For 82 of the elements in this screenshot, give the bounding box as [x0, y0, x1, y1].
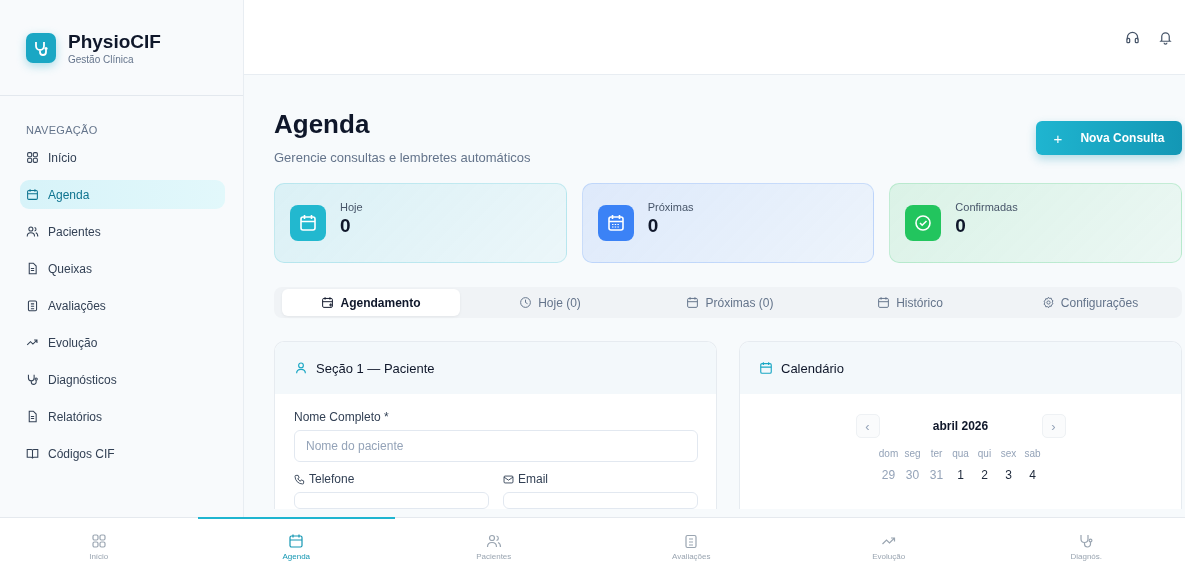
tab[interactable]: Configurações: [1000, 289, 1180, 316]
grid-icon: [90, 532, 107, 549]
calendar-day[interactable]: 30: [900, 468, 925, 482]
calendar-day[interactable]: 2: [972, 468, 997, 482]
weekday-label: sab: [1023, 448, 1042, 459]
page-subtitle: Gerencie consultas e lembretes automáticos: [274, 150, 531, 165]
bell-icon[interactable]: [1158, 29, 1173, 45]
clipboard-icon: [26, 299, 39, 312]
bottom-nav-item[interactable]: Início: [0, 517, 198, 574]
stethoscope-icon: [26, 373, 39, 386]
section-title: Calendário: [781, 360, 844, 376]
page-title: Agenda: [274, 109, 371, 140]
sidebar-item[interactable]: Pacientes: [20, 217, 225, 246]
bottom-nav-item[interactable]: Pacientes: [395, 517, 593, 574]
previous-month-button[interactable]: ‹: [855, 414, 880, 438]
tab[interactable]: Agendamento: [282, 289, 460, 316]
mail-icon: [503, 473, 514, 485]
calendar-day[interactable]: 31: [924, 468, 949, 482]
next-month-button[interactable]: ›: [1041, 414, 1066, 438]
weekday-label: seg: [903, 448, 922, 459]
users-icon: [26, 225, 39, 238]
sidebar-item[interactable]: Agenda: [20, 180, 225, 209]
book-icon: [26, 447, 39, 460]
field-label: Telefone: [309, 472, 355, 486]
phone-icon: [294, 473, 305, 485]
bottom-nav-item[interactable]: Evolução: [790, 517, 988, 574]
sidebar-item[interactable]: Queixas: [20, 254, 225, 283]
calendar-icon: [288, 532, 305, 549]
calendar-icon: [686, 296, 700, 309]
calendar-icon: [26, 188, 39, 201]
stat-label: Próximas: [647, 201, 694, 213]
sidebar-item[interactable]: Avaliações: [20, 291, 225, 320]
headset-icon[interactable]: [1125, 29, 1140, 45]
stat-value: 0: [647, 215, 660, 237]
weekday-label: ter: [929, 448, 944, 459]
calendar-icon: [759, 361, 773, 375]
calendar-day[interactable]: 29: [876, 468, 901, 482]
tab[interactable]: Hoje (0): [460, 289, 640, 316]
calendar-icon: [321, 296, 335, 309]
sidebar-item[interactable]: Relatórios: [20, 402, 225, 431]
tab[interactable]: Histórico: [820, 289, 1000, 316]
field-label: Nome Completo *: [294, 410, 390, 424]
email-input[interactable]: [503, 492, 698, 509]
stethoscope-icon: [1078, 532, 1095, 549]
bottom-nav-item[interactable]: Agenda: [197, 517, 395, 574]
month-label: abril 2026: [931, 419, 990, 433]
bottom-nav-item[interactable]: Avaliações: [592, 517, 790, 574]
calendar-day[interactable]: 4: [1020, 468, 1045, 482]
sidebar-item[interactable]: Início: [20, 143, 225, 172]
bottom-nav-item[interactable]: Diagnós.: [987, 517, 1185, 574]
weekday-label: dom: [877, 448, 900, 459]
new-appointment-button[interactable]: + Nova Consulta: [1036, 121, 1182, 155]
phone-input[interactable]: [294, 492, 489, 509]
app-name: PhysioCIF: [68, 30, 161, 53]
calendar-icon: [877, 296, 891, 309]
nav-section-label: NAVEGAÇÃO: [26, 124, 99, 136]
grid-icon: [26, 151, 39, 164]
clock-icon: [519, 296, 533, 309]
sidebar-item[interactable]: Códigos CIF: [20, 439, 225, 468]
settings-icon: [1041, 296, 1055, 309]
weekday-label: qua: [951, 448, 970, 459]
field-label: Email: [518, 472, 548, 486]
section-title: Seção 1 — Paciente: [316, 360, 435, 376]
document-icon: [26, 410, 39, 423]
tab[interactable]: Próximas (0): [640, 289, 820, 316]
stat-value: 0: [955, 215, 967, 237]
clipboard-icon: [683, 532, 700, 549]
stat-value: 0: [340, 215, 352, 237]
name-input[interactable]: Nome do paciente: [294, 430, 698, 462]
document-icon: [26, 262, 39, 275]
stat-label: Confirmadas: [955, 201, 1018, 213]
calendar-day[interactable]: 1: [948, 468, 973, 482]
sidebar-item[interactable]: Diagnósticos: [20, 365, 225, 394]
logo-icon: [26, 32, 56, 63]
stat-label: Hoje: [340, 201, 363, 213]
users-icon: [485, 532, 502, 549]
app-subtitle: Gestão Clínica: [68, 53, 135, 65]
weekday-label: qui: [976, 448, 993, 459]
weekday-label: sex: [999, 448, 1018, 459]
sidebar-item[interactable]: Evolução: [20, 328, 225, 357]
user-icon: [294, 361, 308, 375]
calendar-day[interactable]: 3: [996, 468, 1021, 482]
